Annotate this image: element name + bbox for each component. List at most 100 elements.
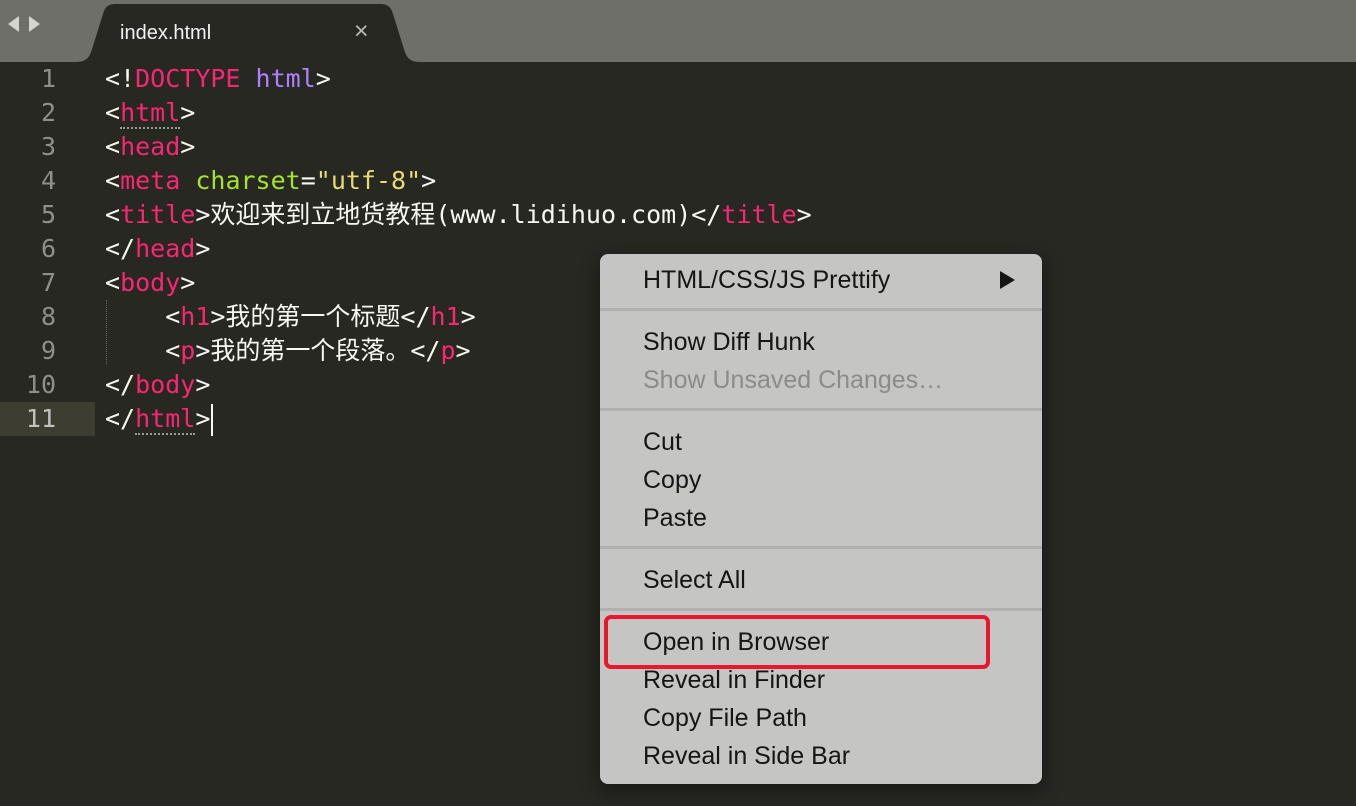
code-token: head bbox=[135, 234, 196, 263]
code-token: < bbox=[105, 336, 181, 365]
code-text[interactable]: <head> bbox=[105, 130, 195, 164]
line-gutter: 7 bbox=[0, 266, 95, 300]
code-text[interactable]: <!DOCTYPE html> bbox=[105, 62, 331, 96]
code-token: meta bbox=[120, 166, 181, 195]
menu-item-copy-file-path[interactable]: Copy File Path bbox=[643, 703, 807, 733]
menu-item-reveal-in-side-bar[interactable]: Reveal in Side Bar bbox=[643, 741, 850, 771]
code-token: </ bbox=[105, 234, 136, 263]
line-number: 9 bbox=[40, 336, 56, 365]
code-text[interactable]: </head> bbox=[105, 232, 210, 266]
code-token: < bbox=[105, 98, 121, 127]
code-token: "utf-8" bbox=[315, 166, 422, 195]
code-token: > bbox=[195, 370, 211, 399]
line-gutter: 4 bbox=[0, 164, 95, 198]
line-number: 4 bbox=[40, 166, 56, 195]
menu-item-html-css-js-prettify[interactable]: HTML/CSS/JS Prettify bbox=[643, 265, 890, 295]
menu-item-paste[interactable]: Paste bbox=[643, 503, 707, 533]
code-line[interactable]: 1 <!DOCTYPE html> bbox=[0, 62, 1356, 96]
code-token: title bbox=[120, 200, 196, 229]
code-token: title bbox=[721, 200, 797, 229]
code-text[interactable]: </body> bbox=[105, 368, 210, 402]
menu-separator bbox=[600, 546, 1042, 549]
code-token: > bbox=[195, 404, 211, 433]
code-text[interactable]: <body> bbox=[105, 266, 195, 300]
line-number: 3 bbox=[40, 132, 56, 161]
tab-bar: index.html × bbox=[0, 0, 1356, 62]
code-token: h1 bbox=[180, 302, 211, 331]
code-token: > bbox=[460, 302, 476, 331]
code-token: > bbox=[455, 336, 471, 365]
menu-item-show-diff-hunk[interactable]: Show Diff Hunk bbox=[643, 327, 815, 357]
code-token: html bbox=[120, 98, 181, 129]
line-gutter: 8 bbox=[0, 300, 95, 334]
line-number: 6 bbox=[40, 234, 56, 263]
code-text[interactable]: <p>我的第一个段落。</p> bbox=[105, 334, 471, 368]
code-token: h1 bbox=[430, 302, 461, 331]
code-token: html bbox=[135, 404, 196, 435]
code-token: p bbox=[180, 336, 196, 365]
line-gutter: 10 bbox=[0, 368, 95, 402]
code-token: html bbox=[255, 64, 316, 93]
code-token: < bbox=[105, 132, 121, 161]
code-token: >欢迎来到立地货教程(www.lidihuo.com)</ bbox=[195, 200, 722, 229]
menu-item-open-in-browser[interactable]: Open in Browser bbox=[643, 627, 829, 657]
code-token: > bbox=[315, 64, 331, 93]
line-gutter: 11 bbox=[0, 402, 95, 436]
code-line[interactable]: 3 <head> bbox=[0, 130, 1356, 164]
menu-separator bbox=[600, 308, 1042, 311]
line-gutter: 1 bbox=[0, 62, 95, 96]
code-line[interactable]: 2 <html> bbox=[0, 96, 1356, 130]
code-text[interactable]: </html> bbox=[105, 402, 214, 436]
text-cursor bbox=[211, 404, 214, 436]
code-token: </ bbox=[105, 404, 136, 433]
tab-index-html[interactable]: index.html × bbox=[76, 4, 420, 62]
menu-item-select-all[interactable]: Select All bbox=[643, 565, 746, 595]
code-token: head bbox=[120, 132, 181, 161]
code-token: > bbox=[180, 98, 196, 127]
code-token: </ bbox=[105, 370, 136, 399]
code-text[interactable]: <meta charset="utf-8"> bbox=[105, 164, 436, 198]
menu-separator bbox=[600, 608, 1042, 611]
code-token: < bbox=[105, 200, 121, 229]
arrow-left-icon[interactable] bbox=[8, 16, 19, 32]
menu-item-show-unsaved-changes: Show Unsaved Changes… bbox=[643, 366, 944, 394]
code-token: = bbox=[300, 166, 316, 195]
line-number: 10 bbox=[25, 370, 56, 399]
line-gutter: 2 bbox=[0, 96, 95, 130]
line-gutter: 5 bbox=[0, 198, 95, 232]
line-number: 5 bbox=[40, 200, 56, 229]
line-number: 7 bbox=[40, 268, 56, 297]
menu-item-cut[interactable]: Cut bbox=[643, 427, 682, 457]
code-token: > bbox=[421, 166, 437, 195]
menu-item-copy[interactable]: Copy bbox=[643, 465, 701, 495]
code-token: < bbox=[105, 166, 121, 195]
tab-navigation bbox=[8, 16, 40, 32]
line-number: 1 bbox=[40, 64, 56, 93]
submenu-arrow-icon bbox=[1000, 271, 1015, 289]
close-icon[interactable]: × bbox=[354, 19, 369, 44]
line-number: 11 bbox=[25, 404, 56, 433]
code-token: body bbox=[120, 268, 181, 297]
code-token: < bbox=[105, 268, 121, 297]
arrow-right-icon[interactable] bbox=[29, 16, 40, 32]
line-gutter: 9 bbox=[0, 334, 95, 368]
code-token: p bbox=[440, 336, 456, 365]
code-token: >我的第一个段落。</ bbox=[195, 336, 441, 365]
code-token: body bbox=[135, 370, 196, 399]
code-token: > bbox=[180, 132, 196, 161]
menu-separator bbox=[600, 408, 1042, 411]
code-line[interactable]: 5 <title>欢迎来到立地货教程(www.lidihuo.com)</titl… bbox=[0, 198, 1356, 232]
line-number: 2 bbox=[40, 98, 56, 127]
code-token: > bbox=[796, 200, 812, 229]
code-token: DOCTYPE bbox=[135, 64, 241, 93]
code-line[interactable]: 4 <meta charset="utf-8"> bbox=[0, 164, 1356, 198]
context-menu: HTML/CSS/JS Prettify Show Diff Hunk Show U… bbox=[600, 254, 1042, 784]
code-token: < bbox=[105, 302, 181, 331]
code-text[interactable]: <title>欢迎来到立地货教程(www.lidihuo.com)</title… bbox=[105, 198, 812, 232]
code-text[interactable]: <h1>我的第一个标题</h1> bbox=[105, 300, 476, 334]
code-text[interactable]: <html> bbox=[105, 96, 195, 130]
code-token: >我的第一个标题</ bbox=[210, 302, 431, 331]
menu-item-reveal-in-finder[interactable]: Reveal in Finder bbox=[643, 665, 825, 695]
code-token: <! bbox=[105, 64, 136, 93]
